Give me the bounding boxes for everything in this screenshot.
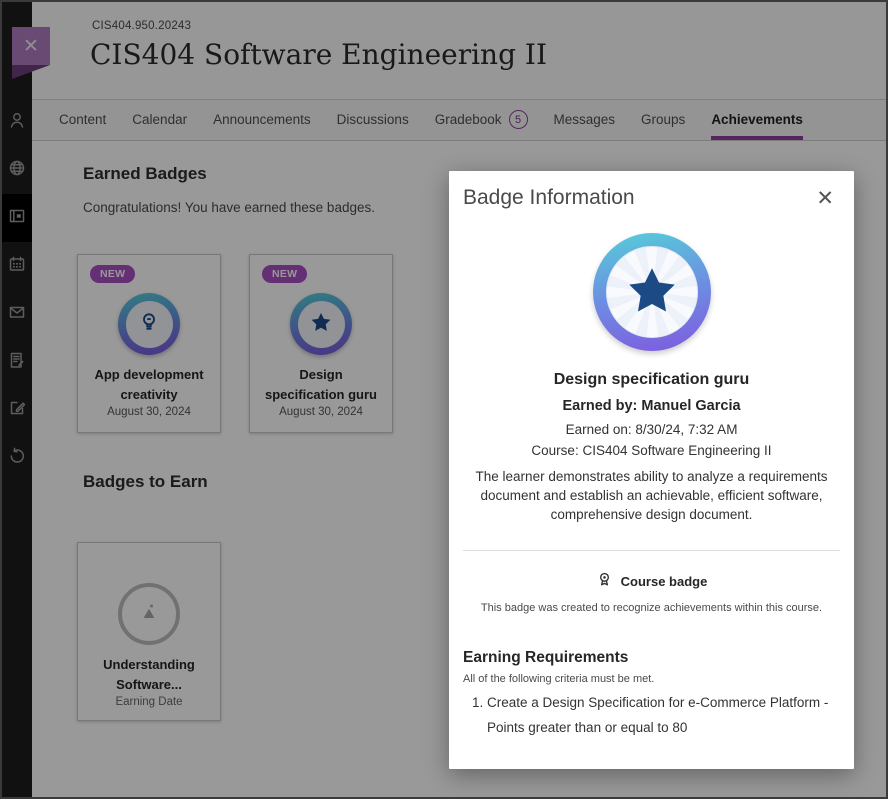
divider [463, 550, 840, 551]
earned-by-line: Earned by: Manuel Garcia [449, 398, 854, 414]
earning-requirements-heading: Earning Requirements [463, 649, 854, 667]
star-badge-icon [623, 261, 681, 324]
modal-badge-name: Design specification guru [449, 371, 854, 389]
badge-information-modal: Badge Information ✕ Design specification… [449, 171, 854, 769]
requirements-note: All of the following criteria must be me… [463, 673, 854, 685]
requirement-item: Create a Design Specification for e-Comm… [487, 690, 840, 741]
badge-type-label: Course badge [621, 574, 708, 589]
requirements-list: Create a Design Specification for e-Comm… [467, 690, 840, 741]
earned-on-line: Earned on: 8/30/24, 7:32 AM [449, 422, 854, 437]
app-window: ✕ CIS404.950.20243 CIS404 Software Engin… [0, 0, 888, 799]
badge-image [593, 233, 711, 351]
close-icon[interactable]: ✕ [812, 186, 838, 211]
modal-title: Badge Information [463, 186, 635, 210]
medal-icon [596, 571, 613, 593]
course-line: Course: CIS404 Software Engineering II [449, 443, 854, 458]
badge-type-description: This badge was created to recognize achi… [449, 602, 854, 614]
badge-description: The learner demonstrates ability to anal… [463, 468, 841, 525]
